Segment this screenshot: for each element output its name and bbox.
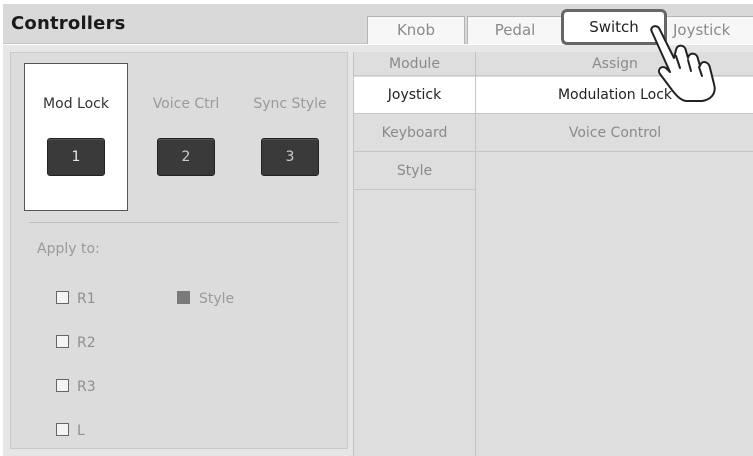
style-option[interactable]: Style (177, 291, 234, 307)
divider (29, 222, 339, 223)
tab-switch[interactable]: Switch (561, 9, 667, 45)
switch-label: Voice Ctrl (152, 96, 220, 112)
content-area: Mod Lock 1 Voice Ctrl 2 Sync Style 3 App… (3, 45, 753, 456)
switch-mod-lock[interactable]: Mod Lock 1 (24, 63, 128, 211)
tab-joystick[interactable]: Joystick (666, 16, 753, 44)
checkbox-l[interactable]: L (56, 423, 85, 441)
column-header-module: Module (354, 52, 475, 76)
checkbox-label: L (77, 423, 85, 439)
tab-knob[interactable]: Knob (367, 16, 465, 44)
switch-label: Sync Style (253, 96, 327, 112)
checkbox-label: R1 (77, 291, 96, 307)
switch-label: Mod Lock (43, 96, 109, 112)
filled-square-icon[interactable] (177, 291, 190, 304)
switch-voice-ctrl[interactable]: Voice Ctrl 2 (134, 63, 238, 211)
table-row-module[interactable]: Style (354, 153, 475, 190)
checkbox-label: R2 (77, 335, 96, 351)
assignment-table: Module Assign Joystick Modulation Lock K… (353, 52, 753, 456)
checkbox-r1[interactable]: R1 (56, 291, 96, 309)
checkbox-icon[interactable] (56, 291, 69, 304)
switch-button-1[interactable]: 1 (47, 138, 105, 176)
column-header-assign: Assign (476, 52, 753, 76)
checkbox-r3[interactable]: R3 (56, 379, 96, 397)
header-bar: Controllers Knob Pedal Switch Joystick (3, 4, 753, 45)
controllers-screen: Controllers Knob Pedal Switch Joystick M… (0, 0, 753, 456)
checkbox-icon[interactable] (56, 335, 69, 348)
checkbox-icon[interactable] (56, 423, 69, 436)
tab-pedal[interactable]: Pedal (467, 16, 563, 44)
checkbox-r2[interactable]: R2 (56, 335, 96, 353)
switch-settings-panel: Mod Lock 1 Voice Ctrl 2 Sync Style 3 App… (10, 52, 348, 449)
page-title: Controllers (11, 13, 126, 34)
table-row-assign[interactable]: Voice Control (476, 115, 753, 152)
table-row-assign[interactable]: Modulation Lock (476, 77, 753, 114)
checkbox-icon[interactable] (56, 379, 69, 392)
table-row-module[interactable]: Keyboard (354, 115, 475, 152)
switch-button-3[interactable]: 3 (261, 138, 319, 176)
apply-to-label: Apply to: (37, 241, 100, 257)
switch-button-2[interactable]: 2 (157, 138, 215, 176)
style-option-label: Style (199, 291, 235, 307)
switch-sync-style[interactable]: Sync Style 3 (238, 63, 342, 211)
table-row-module[interactable]: Joystick (354, 77, 475, 114)
checkbox-label: R3 (77, 379, 96, 395)
